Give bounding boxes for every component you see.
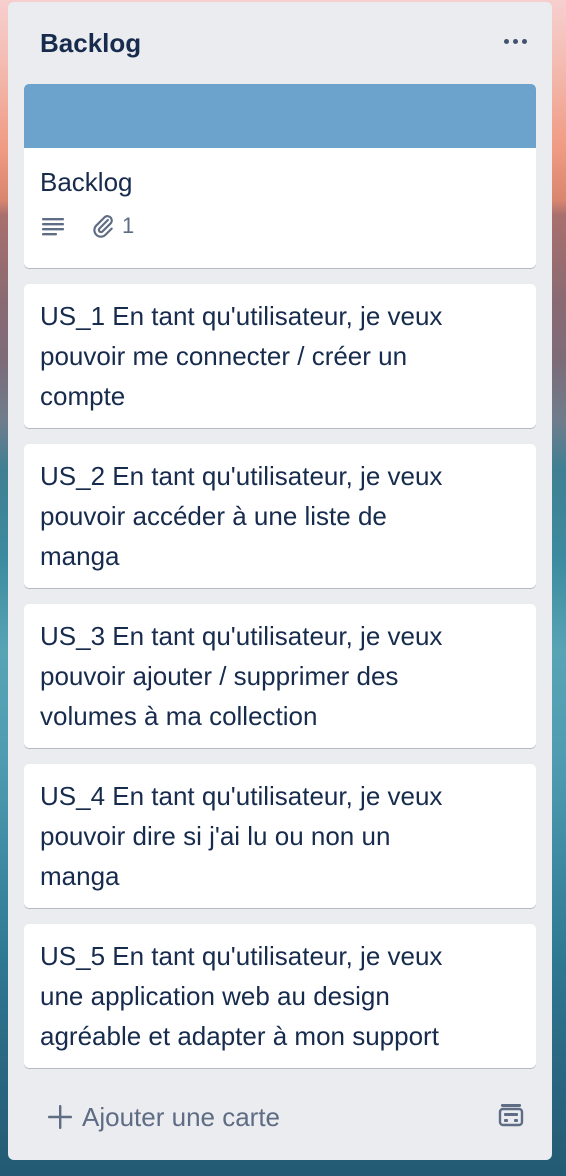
create-from-template-button[interactable] — [492, 1098, 530, 1136]
card-us-1[interactable]: US_1 En tant qu'utilisateur, je veux pou… — [24, 284, 536, 428]
card-us-3[interactable]: US_3 En tant qu'utilisateur, je veux pou… — [24, 604, 536, 748]
ellipsis-icon-dot — [512, 38, 518, 44]
card-title: US_4 En tant qu'utilisateur, je veux pou… — [40, 781, 443, 891]
card-us-4[interactable]: US_4 En tant qu'utilisateur, je veux pou… — [24, 764, 536, 908]
card-cover — [24, 84, 536, 148]
card-us-5[interactable]: US_5 En tant qu'utilisateur, je veux une… — [24, 924, 536, 1068]
description-icon — [40, 215, 66, 237]
ellipsis-icon-dot — [521, 38, 527, 44]
backlog-list: Backlog Backlog 1 US_1 En tant qu'utilis… — [8, 2, 552, 1160]
card-badges: 1 — [24, 202, 536, 246]
ellipsis-icon — [503, 38, 509, 44]
card-title: US_2 En tant qu'utilisateur, je veux pou… — [40, 461, 443, 571]
plus-icon — [46, 1103, 74, 1131]
card-title: US_1 En tant qu'utilisateur, je veux pou… — [40, 301, 443, 411]
card-us-2[interactable]: US_2 En tant qu'utilisateur, je veux pou… — [24, 444, 536, 588]
card-backlog[interactable]: Backlog 1 — [24, 84, 536, 268]
list-header: Backlog — [8, 2, 552, 82]
paperclip-icon — [90, 213, 116, 239]
card-title: US_5 En tant qu'utilisateur, je veux une… — [40, 941, 443, 1051]
attachment-badge: 1 — [90, 213, 134, 239]
list-menu-button[interactable] — [494, 20, 536, 62]
attachment-count: 1 — [122, 213, 135, 238]
card-title: Backlog — [40, 167, 133, 197]
add-card-button[interactable]: Ajouter une carte — [16, 1092, 544, 1142]
card-template-icon — [497, 1101, 525, 1134]
list-title[interactable]: Backlog — [40, 28, 141, 59]
add-card-label: Ajouter une carte — [82, 1101, 281, 1132]
card-title: US_3 En tant qu'utilisateur, je veux pou… — [40, 621, 443, 731]
